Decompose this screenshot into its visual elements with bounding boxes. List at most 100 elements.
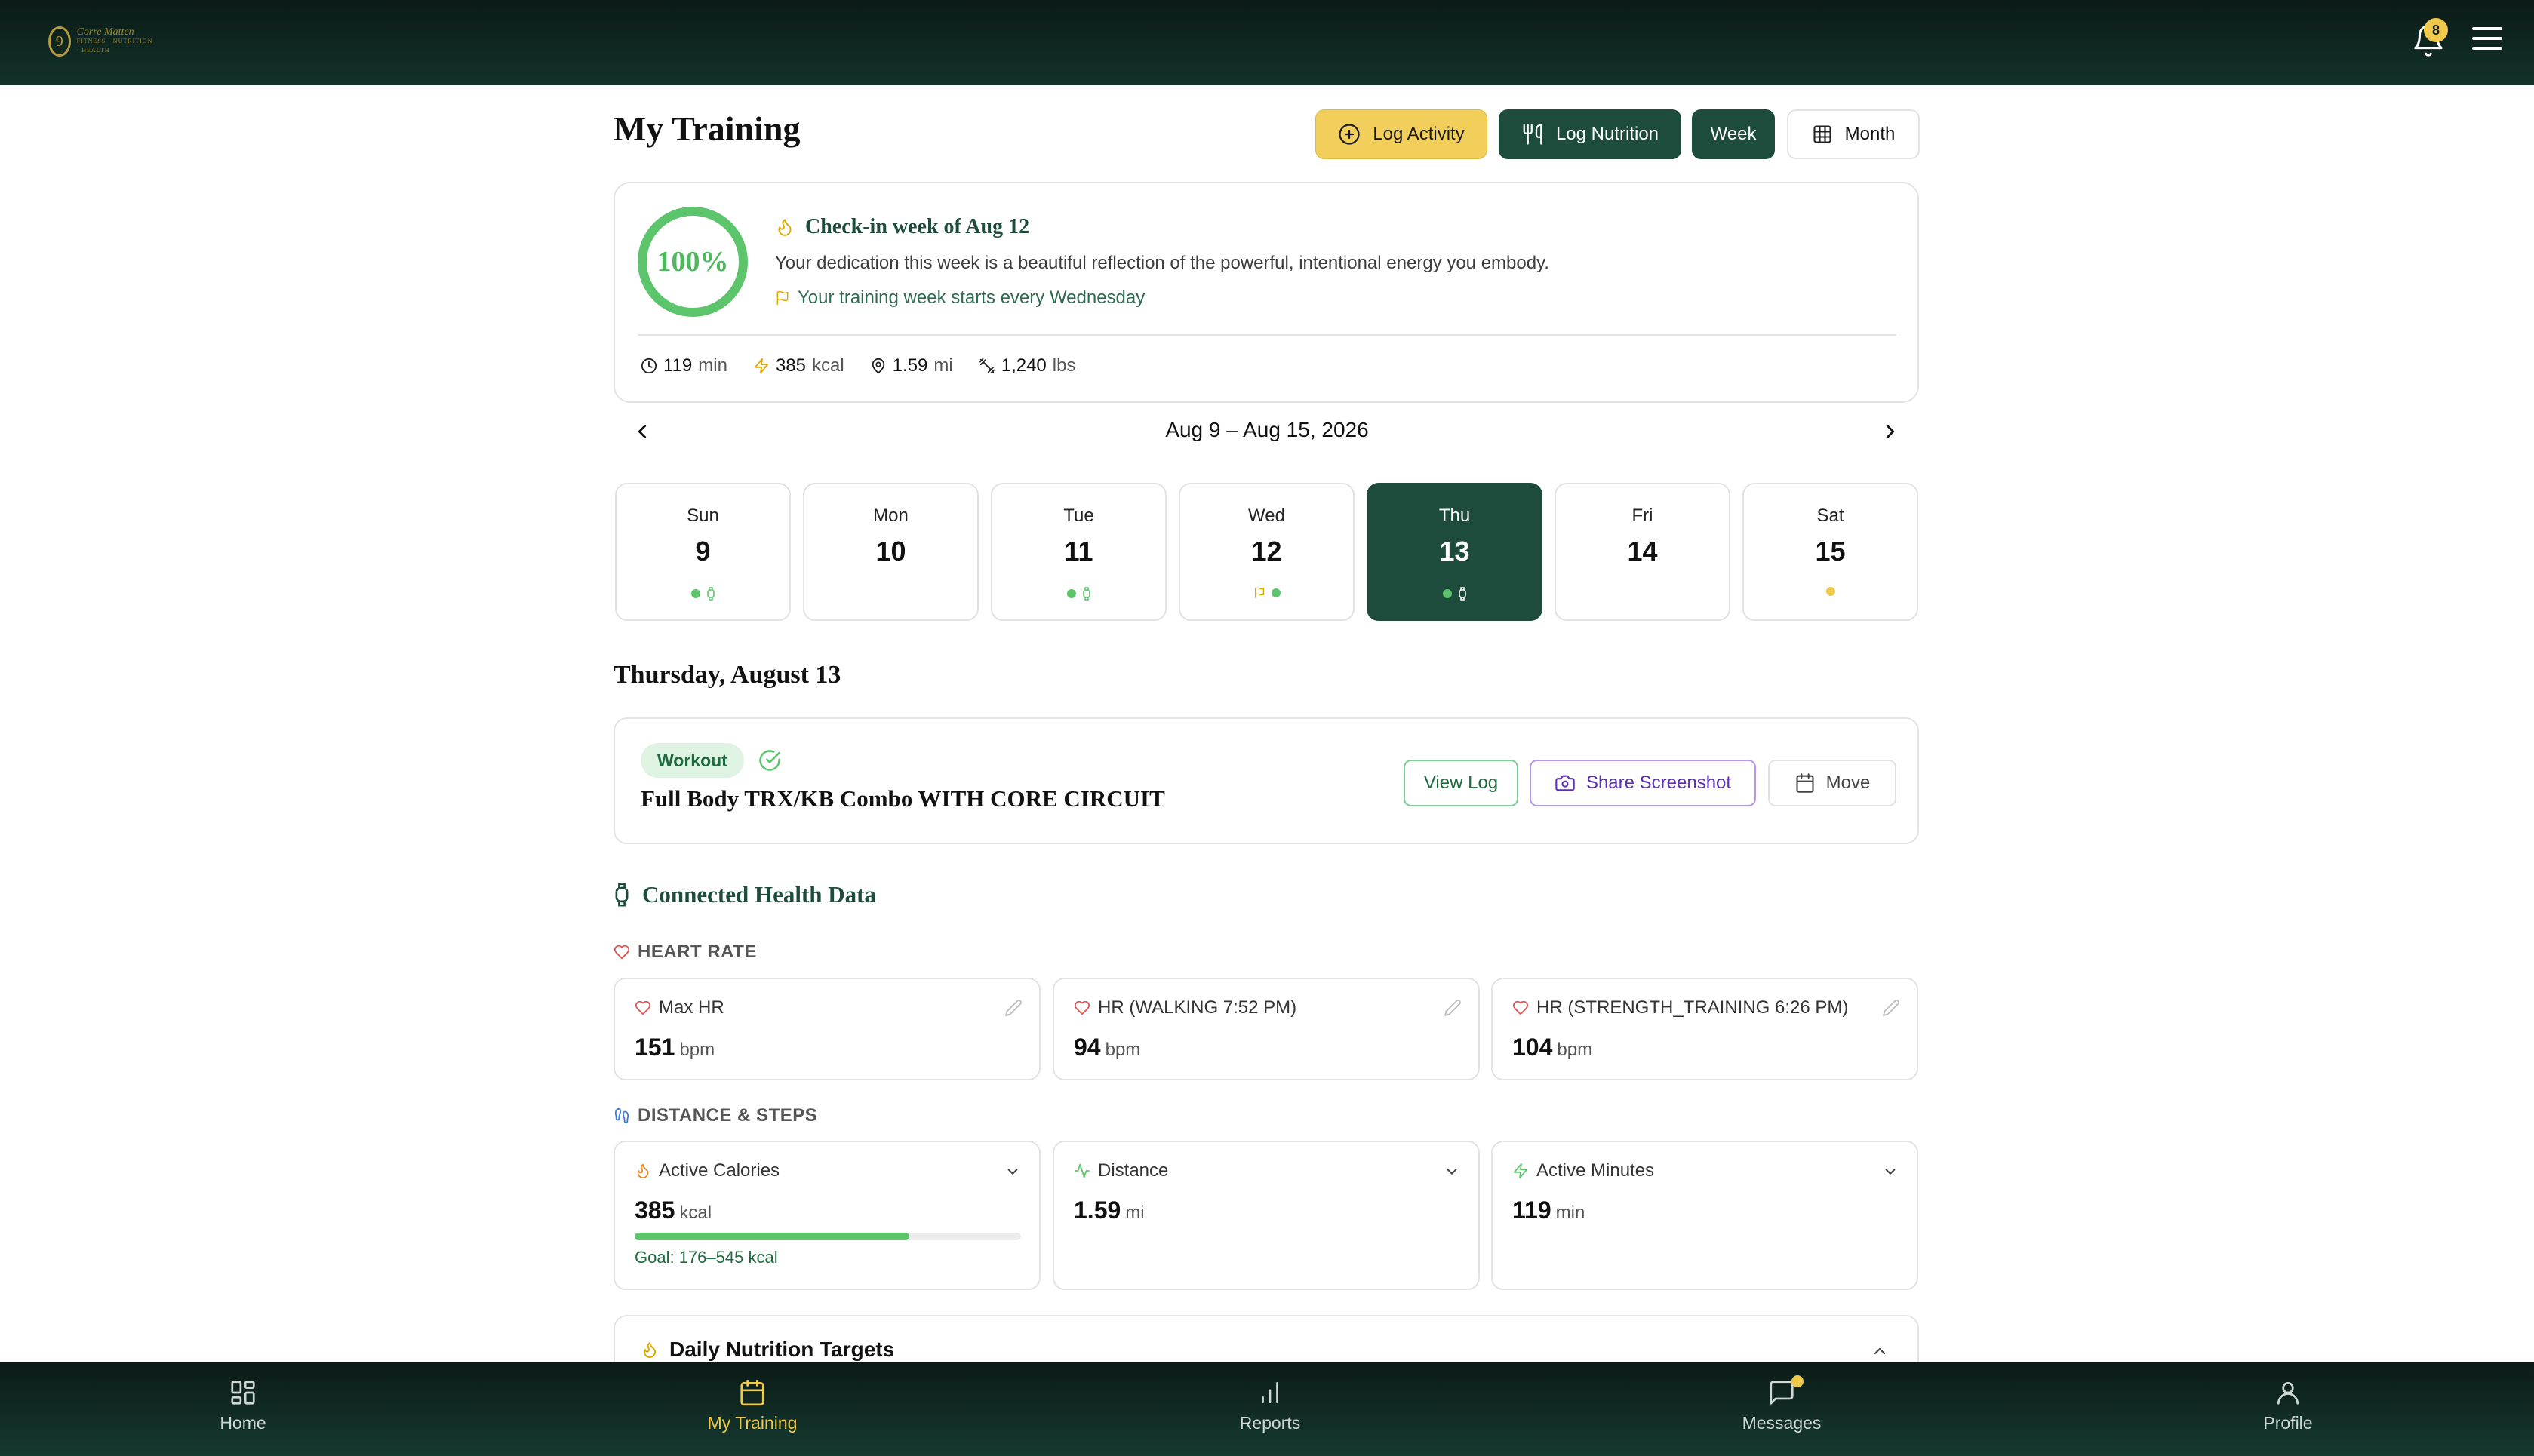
share-screenshot-label: Share Screenshot: [1585, 773, 1732, 793]
day-date: 9: [695, 536, 711, 567]
health-section-title: Connected Health Data: [614, 881, 876, 908]
value-number: 119: [1512, 1196, 1551, 1224]
value-number: 94: [1074, 1034, 1101, 1061]
card-header: Active Calories: [635, 1160, 780, 1181]
view-log-button[interactable]: View Log: [1404, 760, 1518, 806]
logo-mark: 9: [48, 26, 71, 57]
nav-my-training[interactable]: My Training: [677, 1378, 828, 1433]
value-unit: bpm: [679, 1040, 715, 1060]
user-icon: [2277, 1381, 2299, 1405]
nav-home[interactable]: Home: [168, 1378, 318, 1433]
stat-kcal: 385 kcal: [753, 355, 844, 376]
heart-icon: [635, 1000, 651, 1015]
heart-rate-label-text: HEART RATE: [638, 941, 757, 962]
value-unit: bpm: [1105, 1040, 1141, 1060]
chevron-right-icon[interactable]: [1879, 418, 1902, 445]
card-value: 151 bpm: [635, 1034, 715, 1061]
card-header: Distance: [1074, 1160, 1168, 1181]
map-pin-icon: [872, 358, 884, 374]
watch-icon: [1458, 587, 1466, 601]
stat-weight-value: 1,240: [1001, 355, 1047, 376]
heart-icon: [1512, 1000, 1529, 1015]
top-bar: [0, 0, 2534, 85]
completion-ring: 100%: [638, 207, 748, 317]
flag-icon: [776, 290, 789, 306]
nav-reports[interactable]: Reports: [1195, 1378, 1345, 1433]
day-tile-tue[interactable]: Tue 11: [991, 483, 1167, 621]
week-label: Week: [1710, 124, 1757, 144]
stat-weight-unit: lbs: [1052, 355, 1076, 376]
max-hr-card[interactable]: Max HR 151 bpm: [614, 978, 1041, 1080]
chevron-down-icon[interactable]: [1004, 1163, 1021, 1180]
day-tile-wed[interactable]: Wed 12: [1179, 483, 1355, 621]
nutrition-title: Daily Nutrition Targets: [641, 1338, 894, 1362]
day-name: Mon: [873, 505, 909, 526]
day-tile-sun[interactable]: Sun 9: [615, 483, 791, 621]
view-log-label: View Log: [1423, 773, 1499, 793]
heart-icon: [614, 945, 630, 960]
day-tile-fri[interactable]: Fri 14: [1555, 483, 1730, 621]
check-circle-icon: [759, 750, 780, 771]
chevron-down-icon[interactable]: [1444, 1163, 1460, 1180]
hr-strength-card[interactable]: HR (STRENGTH_TRAINING 6:26 PM) 104 bpm: [1491, 978, 1918, 1080]
day-indicators: [1180, 587, 1353, 599]
flag-icon: [1254, 587, 1264, 598]
day-date: 10: [875, 536, 906, 567]
card-header: HR (STRENGTH_TRAINING 6:26 PM): [1512, 997, 1848, 1018]
logo-tagline: FITNESS · NUTRITION · HEALTH: [76, 38, 153, 54]
clock-icon: [641, 358, 657, 374]
stat-kcal-value: 385: [775, 355, 806, 376]
value-unit: mi: [1125, 1203, 1145, 1223]
day-indicators: [992, 587, 1165, 601]
active-calories-card[interactable]: Active Calories 385 kcal Goal: 176–545 kc…: [614, 1141, 1041, 1290]
pencil-icon[interactable]: [1004, 999, 1023, 1017]
activity-dot: [690, 589, 700, 598]
distance-card[interactable]: Distance 1.59 mi: [1053, 1141, 1480, 1290]
active-minutes-card[interactable]: Active Minutes 119 min: [1491, 1141, 1918, 1290]
value-unit: min: [1555, 1203, 1585, 1223]
log-nutrition-button[interactable]: Log Nutrition: [1499, 109, 1681, 159]
chevron-up-icon[interactable]: [1871, 1342, 1889, 1360]
card-header: Active Minutes: [1512, 1160, 1654, 1181]
card-label: HR (STRENGTH_TRAINING 6:26 PM): [1536, 997, 1849, 1018]
card-label: Max HR: [659, 997, 724, 1018]
log-activity-button[interactable]: Log Activity: [1315, 109, 1487, 159]
checkin-title-text: Check-in week of Aug 12: [805, 215, 1030, 238]
card-label: Active Calories: [659, 1160, 780, 1181]
week-view-button[interactable]: Week: [1692, 109, 1775, 159]
heart-rate-label: HEART RATE: [614, 941, 757, 963]
pencil-icon[interactable]: [1882, 999, 1900, 1017]
day-tile-mon[interactable]: Mon 10: [803, 483, 979, 621]
card-label: HR (WALKING 7:52 PM): [1098, 997, 1297, 1018]
chevron-down-icon[interactable]: [1882, 1163, 1899, 1180]
stat-distance-value: 1.59: [892, 355, 928, 376]
day-tile-thu[interactable]: Thu 13: [1367, 483, 1542, 621]
brand-logo[interactable]: 9 Corre Matten FITNESS · NUTRITION · HEAL…: [48, 23, 154, 60]
week-start-note: Your training week starts every Wednesda…: [775, 287, 1145, 309]
workout-title: Full Body TRX/KB Combo WITH CORE CIRCUIT: [641, 785, 1165, 812]
log-nutrition-label: Log Nutrition: [1555, 124, 1659, 144]
messages-unread-dot: [1791, 1375, 1804, 1387]
workout-tag: Workout: [641, 743, 744, 778]
checkin-message: Your dedication this week is a beautiful…: [775, 253, 1549, 273]
hamburger-menu-icon[interactable]: [2472, 27, 2502, 53]
pencil-icon[interactable]: [1444, 999, 1462, 1017]
move-button[interactable]: Move: [1768, 760, 1896, 806]
day-name: Sat: [1816, 505, 1844, 526]
checkin-card: 100% Check-in week of Aug 12 Your dedica…: [614, 182, 1919, 403]
nutrition-title-text: Daily Nutrition Targets: [669, 1338, 895, 1361]
stat-minutes-value: 119: [663, 355, 693, 376]
nav-profile[interactable]: Profile: [2213, 1378, 2363, 1433]
month-view-button[interactable]: Month: [1787, 109, 1920, 159]
flame-icon: [644, 1342, 656, 1358]
day-date: 14: [1627, 536, 1658, 567]
footprints-icon: [614, 1107, 629, 1124]
day-tile-sat[interactable]: Sat 15: [1742, 483, 1918, 621]
hr-walking-card[interactable]: HR (WALKING 7:52 PM) 94 bpm: [1053, 978, 1480, 1080]
stat-distance: 1.59 mi: [870, 355, 953, 376]
nav-messages[interactable]: Messages: [1706, 1378, 1857, 1433]
activity-dot: [1271, 588, 1281, 597]
chevron-left-icon[interactable]: [631, 418, 653, 445]
card-value: 104 bpm: [1512, 1034, 1592, 1061]
share-screenshot-button[interactable]: Share Screenshot: [1530, 760, 1756, 806]
